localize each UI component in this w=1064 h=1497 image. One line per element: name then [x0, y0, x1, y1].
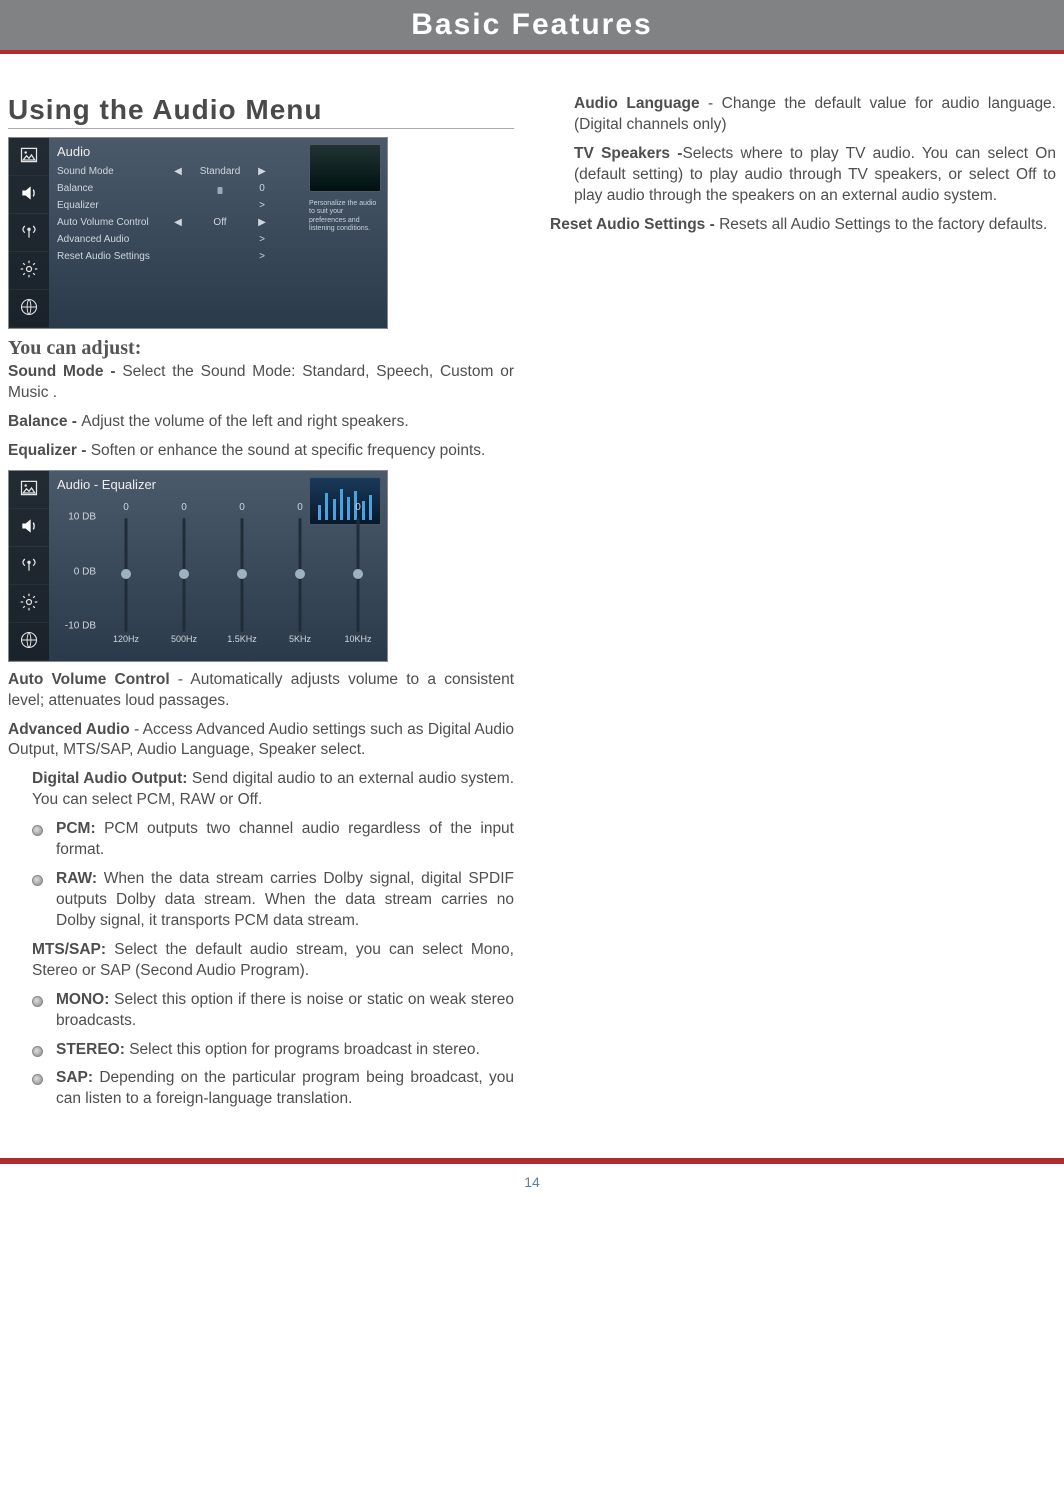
right-column: Audio Language - Change the default valu… — [550, 94, 1056, 1118]
li-mono: MONO: Select this option if there is noi… — [32, 990, 514, 1032]
osd-tab-bar — [9, 138, 49, 328]
chevron-right-icon[interactable]: > — [256, 234, 268, 245]
osd-tab-sound[interactable] — [9, 176, 49, 214]
eq-xlabel: 5KHz — [283, 634, 317, 644]
page-number: 14 — [0, 1164, 1064, 1210]
chevron-right-icon[interactable]: > — [256, 251, 268, 262]
osd-help-text: Personalize the audio to suit your prefe… — [309, 200, 381, 234]
eq-slider-value: 0 — [181, 502, 187, 513]
eq-xlabel: 500Hz — [167, 634, 201, 644]
osd-tab-setup[interactable] — [9, 252, 49, 290]
row-value: Off — [184, 217, 256, 228]
eq-slider-value: 0 — [239, 502, 245, 513]
subhead-you-can-adjust: You can adjust: — [8, 337, 514, 360]
eq-xlabel: 120Hz — [109, 634, 143, 644]
globe-icon — [19, 297, 39, 320]
osd-tab-picture[interactable] — [9, 138, 49, 176]
arrow-right-icon[interactable]: ▶ — [256, 166, 268, 177]
arrow-left-icon[interactable]: ◀ — [172, 166, 184, 177]
eq-slider-knob[interactable] — [179, 569, 189, 579]
eq-ytick-bot: -10 DB — [65, 621, 96, 632]
li-sap: SAP: Depending on the particular program… — [32, 1068, 514, 1110]
page-content: Using the Audio Menu Personalize the aud… — [0, 54, 1064, 1118]
section-title: Using the Audio Menu — [8, 94, 514, 129]
osd-tab-channel[interactable] — [9, 547, 49, 585]
eq-slider-knob[interactable] — [295, 569, 305, 579]
p-tv-speakers: TV Speakers -Selects where to play TV au… — [550, 144, 1056, 207]
arrow-right-icon[interactable]: ▶ — [256, 217, 268, 228]
eq-slider-knob[interactable] — [121, 569, 131, 579]
eq-xlabels: 120Hz 500Hz 1.5KHz 5KHz 10KHz — [103, 634, 381, 644]
eq-xlabel: 1.5KHz — [225, 634, 259, 644]
osd-tab-network[interactable] — [9, 290, 49, 328]
p-balance: Balance - Adjust the volume of the left … — [8, 412, 514, 433]
chevron-right-icon[interactable]: > — [256, 200, 268, 211]
antenna-icon — [19, 554, 39, 577]
osd-equalizer: Audio - Equalizer 10 DB 0 DB -10 DB 0000… — [8, 470, 388, 662]
p-sound-mode: Sound Mode - Select the Sound Mode: Stan… — [8, 362, 514, 404]
picture-icon — [19, 478, 39, 501]
gear-icon — [19, 592, 39, 615]
p-mts-sap: MTS/SAP: Select the default audio stream… — [8, 940, 514, 982]
eq-yaxis: 10 DB 0 DB -10 DB — [53, 502, 98, 632]
row-value: Standard — [184, 166, 256, 177]
left-column: Using the Audio Menu Personalize the aud… — [8, 94, 514, 1118]
p-avc: Auto Volume Control - Automatically adju… — [8, 670, 514, 712]
p-advanced-audio: Advanced Audio - Access Advanced Audio s… — [8, 720, 514, 762]
eq-slider[interactable]: 0 — [167, 502, 201, 632]
speaker-icon — [19, 183, 39, 206]
page-header-title: Basic Features — [411, 8, 652, 41]
row-label: Advanced Audio — [57, 234, 172, 245]
eq-body: Audio - Equalizer 10 DB 0 DB -10 DB 0000… — [49, 471, 387, 661]
row-value: 0 — [256, 183, 268, 194]
osd-body: Personalize the audio to suit your prefe… — [49, 138, 387, 328]
eq-slider[interactable]: 0 — [225, 502, 259, 632]
p-equalizer: Equalizer - Soften or enhance the sound … — [8, 441, 514, 462]
li-raw: RAW: When the data stream carries Dolby … — [32, 869, 514, 932]
osd-preview-thumb — [309, 144, 381, 192]
p-reset-audio: Reset Audio Settings - Resets all Audio … — [550, 215, 1056, 236]
eq-slider-value: 0 — [355, 502, 361, 513]
eq-slider-knob[interactable] — [237, 569, 247, 579]
osd-tab-network[interactable] — [9, 623, 49, 661]
eq-slider[interactable]: 0 — [283, 502, 317, 632]
osd-tab-sound[interactable] — [9, 509, 49, 547]
eq-slider-value: 0 — [123, 502, 129, 513]
osd-tab-picture[interactable] — [9, 471, 49, 509]
li-pcm: PCM: PCM outputs two channel audio regar… — [32, 819, 514, 861]
p-digital-audio-output: Digital Audio Output: Send digital audio… — [8, 769, 514, 811]
row-label: Equalizer — [57, 200, 172, 211]
eq-chart: 10 DB 0 DB -10 DB 00000 — [103, 502, 381, 632]
eq-slider[interactable]: 0 — [109, 502, 143, 632]
row-label: Reset Audio Settings — [57, 251, 172, 262]
picture-icon — [19, 145, 39, 168]
row-label: Sound Mode — [57, 166, 172, 177]
eq-xlabel: 10KHz — [341, 634, 375, 644]
gear-icon — [19, 259, 39, 282]
p-audio-language: Audio Language - Change the default valu… — [550, 94, 1056, 136]
speaker-icon — [19, 516, 39, 539]
page-header: Basic Features — [0, 0, 1064, 54]
osd-audio-menu: Personalize the audio to suit your prefe… — [8, 137, 388, 329]
arrow-left-icon[interactable]: ◀ — [172, 217, 184, 228]
osd-tab-channel[interactable] — [9, 214, 49, 252]
eq-slider-value: 0 — [297, 502, 303, 513]
eq-ytick-mid: 0 DB — [74, 566, 96, 577]
osd-tab-bar — [9, 471, 49, 661]
eq-slider-knob[interactable] — [353, 569, 363, 579]
row-label: Balance — [57, 183, 172, 194]
osd-row-reset[interactable]: Reset Audio Settings > — [57, 248, 387, 265]
antenna-icon — [19, 221, 39, 244]
row-label: Auto Volume Control — [57, 217, 172, 228]
osd-tab-setup[interactable] — [9, 585, 49, 623]
globe-icon — [19, 630, 39, 653]
eq-slider[interactable]: 0 — [341, 502, 375, 632]
eq-ytick-top: 10 DB — [68, 512, 96, 523]
li-stereo: STEREO: Select this option for programs … — [32, 1040, 514, 1061]
